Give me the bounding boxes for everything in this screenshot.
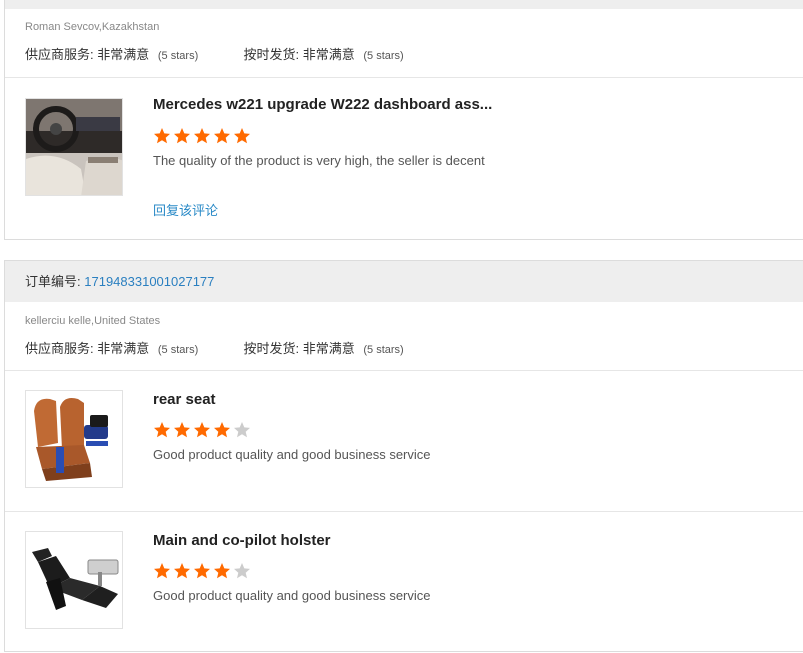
star-rating: [153, 562, 253, 580]
star-filled-icon: [154, 563, 170, 579]
card-header-strip: [5, 0, 803, 9]
supplier-service-label: 供应商服务:: [25, 47, 94, 62]
order-header: 订单编号: 171948331001027177: [5, 261, 803, 302]
buyer-name: kellerciu kelle,United States: [25, 315, 161, 327]
product-title[interactable]: rear seat: [153, 391, 216, 408]
ontime-delivery-stars: (5 stars): [363, 344, 404, 356]
car-interior-photo: [26, 99, 122, 195]
star-empty-icon: [234, 422, 250, 438]
star-filled-icon: [174, 422, 190, 438]
star-filled-icon: [154, 128, 170, 144]
star-rating: [153, 127, 253, 145]
divider: [5, 370, 803, 371]
star-filled-icon: [154, 422, 170, 438]
divider: [5, 511, 803, 512]
product-image[interactable]: [25, 390, 123, 488]
star-filled-icon: [194, 563, 210, 579]
star-filled-icon: [214, 128, 230, 144]
order-number-label: 订单编号:: [25, 274, 81, 289]
product-title[interactable]: Main and co-pilot holster: [153, 532, 331, 549]
ontime-delivery-label: 按时发货:: [243, 341, 300, 356]
star-rating: [153, 421, 253, 439]
supplier-service-value: 非常满意: [97, 47, 150, 62]
ontime-delivery-stars: (5 stars): [363, 50, 404, 62]
reply-review-link[interactable]: 回复该评论: [153, 200, 218, 219]
product-image[interactable]: [25, 531, 123, 629]
supplier-service-stars: (5 stars): [157, 50, 199, 62]
divider: [5, 77, 803, 78]
store-ratings: 供应商服务: 非常满意 (5 stars) 按时发货: 非常满意 (5 star…: [25, 338, 404, 357]
review-text: The quality of the product is very high,…: [153, 153, 485, 168]
reclining-seat-photo: [26, 532, 122, 628]
star-filled-icon: [234, 128, 250, 144]
product-image[interactable]: [25, 98, 123, 196]
supplier-service-label: 供应商服务:: [25, 341, 94, 356]
order-number-link[interactable]: 171948331001027177: [84, 274, 214, 289]
star-filled-icon: [194, 128, 210, 144]
star-filled-icon: [174, 563, 190, 579]
review-text: Good product quality and good business s…: [153, 588, 431, 603]
leather-seat-photo: [26, 391, 122, 487]
store-ratings: 供应商服务: 非常满意 (5 stars) 按时发货: 非常满意 (5 star…: [25, 44, 404, 63]
buyer-name: Roman Sevcov,Kazakhstan: [25, 21, 160, 33]
star-filled-icon: [214, 563, 230, 579]
ontime-delivery-value: 非常满意: [302, 341, 355, 356]
supplier-service-value: 非常满意: [97, 341, 150, 356]
star-filled-icon: [194, 422, 210, 438]
star-empty-icon: [234, 563, 250, 579]
product-title[interactable]: Mercedes w221 upgrade W222 dashboard ass…: [153, 96, 492, 113]
star-filled-icon: [174, 128, 190, 144]
review-card: Roman Sevcov,Kazakhstan 供应商服务: 非常满意 (5 s…: [4, 0, 803, 240]
review-card: 订单编号: 171948331001027177 kellerciu kelle…: [4, 260, 803, 652]
ontime-delivery-label: 按时发货:: [243, 47, 300, 62]
star-filled-icon: [214, 422, 230, 438]
supplier-service-stars: (5 stars): [157, 344, 199, 356]
review-text: Good product quality and good business s…: [153, 447, 431, 462]
ontime-delivery-value: 非常满意: [302, 47, 355, 62]
